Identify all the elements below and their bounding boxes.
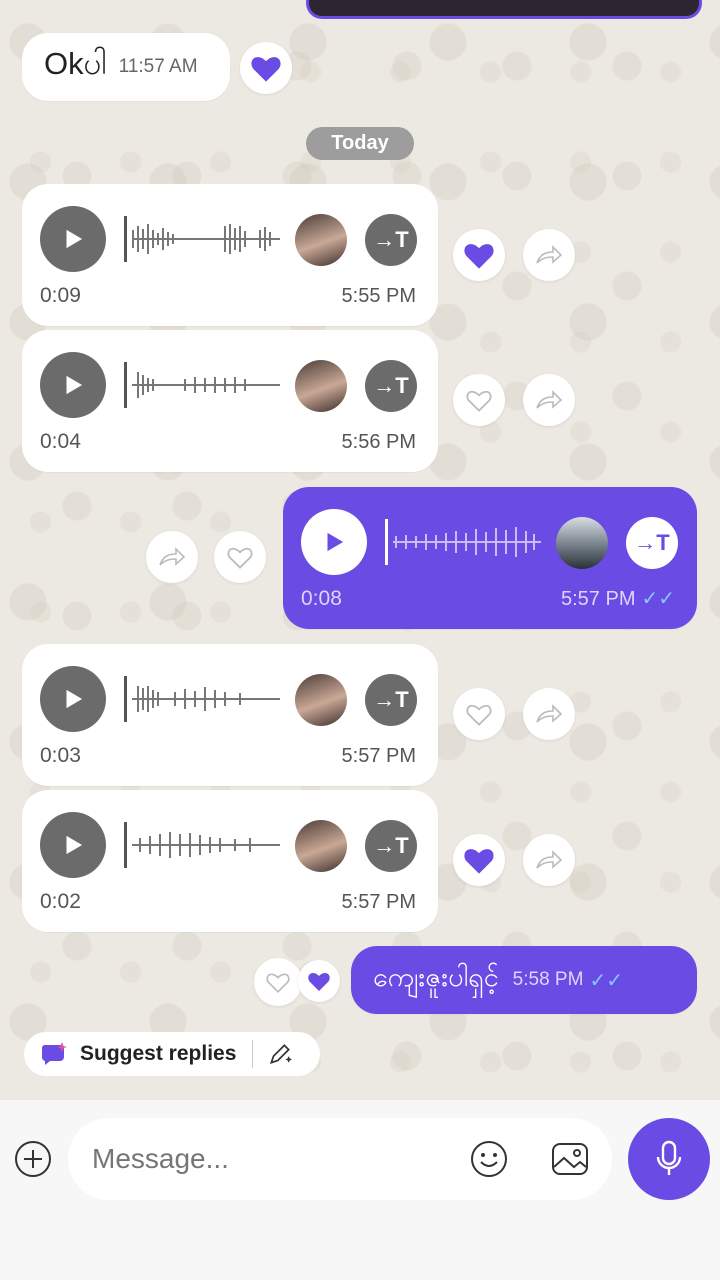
reaction-heart-button[interactable] (240, 42, 292, 94)
forward-button[interactable] (146, 531, 198, 583)
forward-button[interactable] (523, 374, 575, 426)
waveform[interactable] (124, 674, 280, 724)
sender-avatar (295, 674, 347, 726)
sender-avatar (295, 214, 347, 266)
sender-avatar (556, 517, 608, 569)
message-time: 5:55 PM (341, 285, 416, 307)
message-time: 5:57 PM (341, 891, 416, 913)
heart-outline-icon (266, 973, 290, 993)
sparkle-chat-icon (41, 1042, 67, 1065)
heart-outline-icon (466, 704, 492, 726)
message-time: 5:58 PM (512, 969, 584, 990)
message-composer (0, 1100, 720, 1280)
suggest-replies-button[interactable]: Suggest replies (24, 1032, 320, 1076)
play-icon (66, 689, 83, 709)
voice-duration: 0:02 (40, 890, 81, 913)
transcribe-button[interactable]: →T (365, 820, 417, 872)
message-time: 5:57 PM (341, 745, 416, 767)
message-text: Okပါ (44, 46, 107, 81)
plus-icon[interactable] (14, 1140, 52, 1178)
message-time: 11:57 AM (118, 56, 198, 77)
transcribe-button[interactable]: →T (365, 360, 417, 412)
heart-filled-icon (308, 973, 330, 991)
read-check-icon: ✓✓ (641, 588, 675, 610)
forward-button[interactable] (523, 834, 575, 886)
suggest-replies-label: Suggest replies (80, 1042, 237, 1065)
emoji-icon[interactable] (470, 1140, 508, 1178)
play-button[interactable] (40, 206, 106, 272)
heart-filled-icon (251, 57, 281, 82)
play-button[interactable] (40, 352, 106, 418)
divider (252, 1040, 254, 1068)
read-check-icon: ✓✓ (589, 969, 623, 992)
voice-message-outgoing[interactable]: →T 0:08 5:57 PM ✓✓ (283, 487, 697, 629)
message-input[interactable] (68, 1118, 612, 1200)
heart-filled-icon (464, 849, 494, 874)
message-bubble-outgoing[interactable]: ကျေးဇူးပါရှင့် 5:58 PM ✓✓ (351, 946, 697, 1014)
message-text: ကျေးဇူးပါရှင့် (373, 962, 499, 992)
heart-outline-icon (227, 547, 253, 569)
voice-duration: 0:08 (301, 587, 342, 610)
play-button[interactable] (301, 509, 367, 575)
voice-duration: 0:03 (40, 744, 81, 767)
previous-media-message[interactable] (306, 0, 702, 19)
reaction-heart-button[interactable] (254, 958, 302, 1006)
message-time: 5:57 PM ✓✓ (561, 588, 675, 610)
forward-icon (536, 850, 563, 869)
gallery-icon[interactable] (550, 1140, 590, 1178)
play-icon (66, 375, 83, 395)
waveform[interactable] (124, 214, 280, 264)
waveform[interactable] (124, 360, 280, 410)
pen-sparkle-icon[interactable] (267, 1041, 293, 1067)
reaction-heart-button[interactable] (453, 229, 505, 281)
play-button[interactable] (40, 666, 106, 732)
voice-message-incoming[interactable]: →T 0:03 5:57 PM (22, 644, 438, 786)
reaction-heart-button[interactable] (214, 531, 266, 583)
heart-filled-icon (464, 244, 494, 269)
chat-background: Okပါ 11:57 AM Today →T 0:09 5:55 PM →T 0… (0, 0, 720, 1100)
reaction-badge[interactable] (298, 960, 340, 1002)
voice-message-incoming[interactable]: →T 0:09 5:55 PM (22, 184, 438, 326)
reaction-heart-button[interactable] (453, 688, 505, 740)
voice-duration: 0:04 (40, 430, 81, 453)
forward-button[interactable] (523, 688, 575, 740)
voice-duration: 0:09 (40, 284, 81, 307)
microphone-icon (656, 1140, 682, 1175)
play-icon (327, 532, 344, 552)
waveform[interactable] (124, 820, 280, 870)
voice-message-incoming[interactable]: →T 0:04 5:56 PM (22, 330, 438, 472)
reaction-heart-button[interactable] (453, 834, 505, 886)
play-icon (66, 835, 83, 855)
date-divider: Today (306, 127, 414, 160)
forward-icon (536, 245, 563, 264)
message-time: 5:56 PM (341, 431, 416, 453)
transcribe-button[interactable]: →T (365, 674, 417, 726)
heart-outline-icon (466, 390, 492, 412)
sender-avatar (295, 360, 347, 412)
transcribe-button[interactable]: →T (365, 214, 417, 266)
forward-icon (536, 704, 563, 723)
forward-icon (159, 547, 186, 566)
transcribe-button[interactable]: →T (626, 517, 678, 569)
reaction-heart-button[interactable] (453, 374, 505, 426)
voice-message-incoming[interactable]: →T 0:02 5:57 PM (22, 790, 438, 932)
voice-record-button[interactable] (628, 1118, 710, 1200)
play-icon (66, 229, 83, 249)
forward-icon (536, 390, 563, 409)
play-button[interactable] (40, 812, 106, 878)
message-bubble-incoming[interactable]: Okပါ 11:57 AM (22, 33, 230, 101)
waveform[interactable] (385, 517, 541, 567)
sender-avatar (295, 820, 347, 872)
forward-button[interactable] (523, 229, 575, 281)
